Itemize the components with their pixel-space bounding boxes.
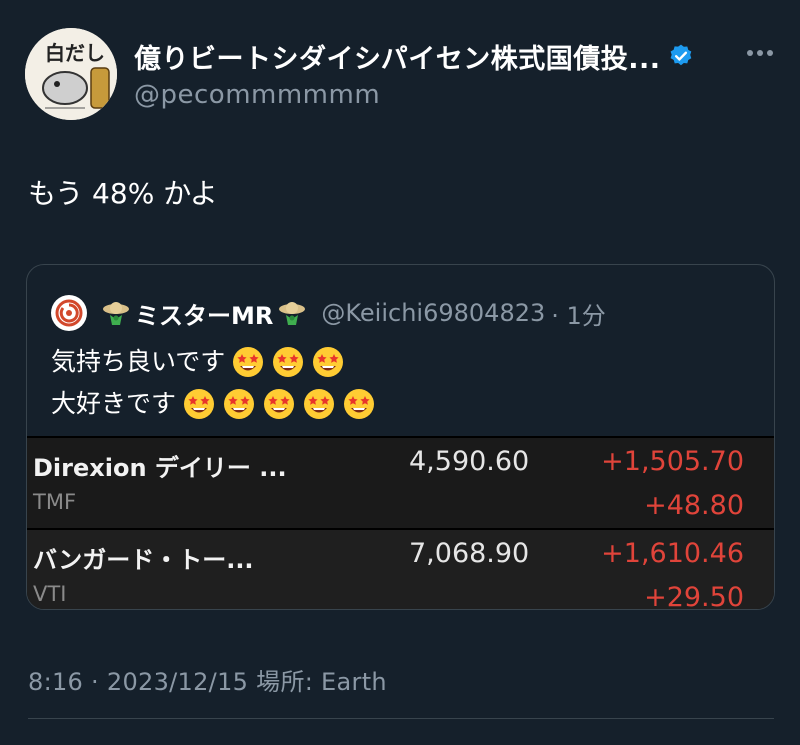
farmer-emoji-icon <box>277 298 307 328</box>
quoted-line-2: 大好きです <box>51 383 376 425</box>
quoted-tweet[interactable]: ミスターMR @Keiichi69804823 · 1分 気持ち良いです 大好き… <box>26 264 775 610</box>
star-struck-emoji-icon <box>342 387 376 421</box>
emoji-row <box>225 345 345 379</box>
quoted-author-handle[interactable]: @Keiichi69804823 <box>321 299 545 327</box>
author-block: 億りビートシダイシパイセン株式国債投... @pecommmmmm <box>134 36 734 110</box>
tweet-timestamp[interactable]: 8:16 · 2023/12/15 場所: Earth <box>28 662 387 697</box>
holding-gain-pct: +29.50 <box>644 582 744 610</box>
quoted-author-name[interactable]: ミスターMR <box>135 296 273 331</box>
holding-ticker: VTI <box>33 582 67 606</box>
star-struck-emoji-icon <box>271 345 305 379</box>
star-struck-emoji-icon <box>222 387 256 421</box>
holding-value: 7,068.90 <box>409 538 530 569</box>
star-struck-emoji-icon <box>231 345 265 379</box>
star-struck-emoji-icon <box>302 387 336 421</box>
author-handle[interactable]: @pecommmmmm <box>134 80 734 110</box>
farmer-emoji-icon <box>101 298 131 328</box>
holding-name: Direxion デイリー ... <box>33 454 287 482</box>
holding-gain-pct: +48.80 <box>644 490 744 521</box>
verified-badge-icon <box>668 43 694 69</box>
tweet: 白だし 億りビートシダイシパイセン株式国債投... @pecommmmmm もう… <box>0 0 800 745</box>
author-display-name[interactable]: 億りビートシダイシパイセン株式国債投... <box>134 37 660 76</box>
more-options-icon[interactable] <box>742 38 778 68</box>
divider <box>28 718 774 719</box>
svg-text:白だし: 白だし <box>45 41 105 65</box>
holding-ticker: TMF <box>33 490 77 514</box>
holding-value: 4,590.60 <box>409 446 530 477</box>
tweet-text: もう 48% かよ <box>28 177 218 210</box>
holding-row: Direxion デイリー ... 4,590.60 +1,505.70 TMF… <box>27 436 774 528</box>
quoted-line-1: 気持ち良いです <box>51 341 376 383</box>
user-avatar-icon[interactable]: 白だし <box>25 28 117 120</box>
holding-gain: +1,505.70 <box>601 446 744 477</box>
quoted-avatar-icon[interactable] <box>51 295 87 331</box>
star-struck-emoji-icon <box>311 345 345 379</box>
star-struck-emoji-icon <box>262 387 296 421</box>
quoted-header: ミスターMR @Keiichi69804823 · 1分 <box>51 293 606 333</box>
holding-name: バンガード・トー... <box>33 546 254 574</box>
quoted-line-text: 気持ち良いです <box>51 347 226 376</box>
emoji-row <box>176 387 376 421</box>
quoted-line-text: 大好きです <box>51 389 177 418</box>
holding-row: バンガード・トー... 7,068.90 +1,610.46 VTI +29.5… <box>27 528 774 610</box>
holdings-table: Direxion デイリー ... 4,590.60 +1,505.70 TMF… <box>27 436 774 610</box>
star-struck-emoji-icon <box>182 387 216 421</box>
quoted-text: 気持ち良いです 大好きです <box>51 341 376 425</box>
holding-gain: +1,610.46 <box>601 538 744 569</box>
quoted-time: · 1分 <box>551 301 606 330</box>
